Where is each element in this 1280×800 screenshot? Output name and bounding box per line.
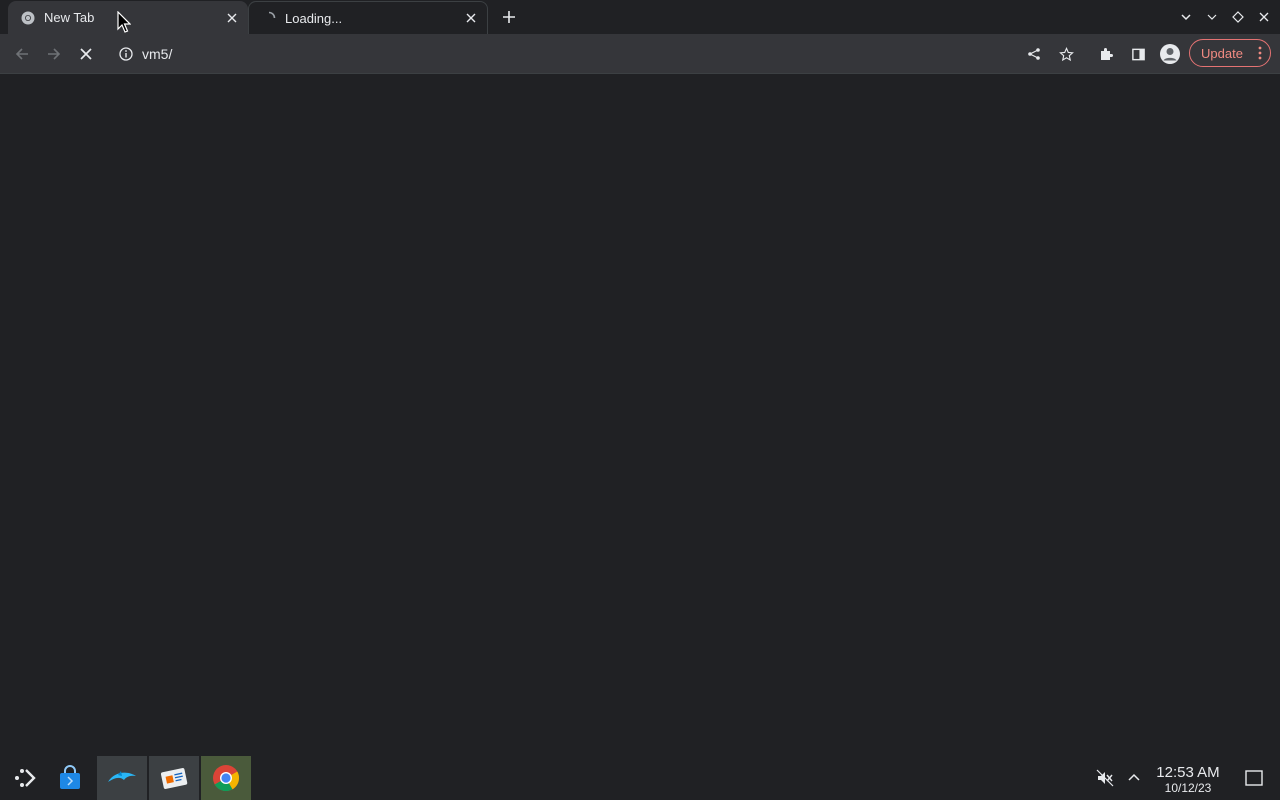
back-button[interactable] bbox=[9, 41, 35, 67]
app-launcher-icon bbox=[15, 769, 36, 787]
new-tab-button[interactable] bbox=[498, 6, 520, 28]
close-tab-icon[interactable] bbox=[224, 10, 240, 26]
store-icon bbox=[60, 765, 80, 789]
tab-loading[interactable]: Loading... bbox=[248, 1, 488, 34]
app-launcher-button[interactable] bbox=[0, 756, 50, 800]
minimize-icon bbox=[1207, 14, 1217, 20]
stop-loading-button[interactable] bbox=[73, 41, 99, 67]
side-panel-button[interactable] bbox=[1125, 41, 1151, 67]
contacts-icon bbox=[160, 768, 188, 789]
clock-date: 10/12/23 bbox=[1164, 781, 1212, 795]
update-label: Update bbox=[1201, 45, 1243, 61]
url-text[interactable]: vm5/ bbox=[142, 46, 172, 62]
taskbar: 12:53 AM 10/12/23 bbox=[0, 756, 1280, 800]
bookmark-button[interactable] bbox=[1053, 41, 1079, 67]
chrome-icon bbox=[213, 765, 240, 792]
close-window-button[interactable] bbox=[1254, 7, 1274, 27]
contacts-app-button[interactable] bbox=[149, 756, 199, 800]
clock[interactable]: 12:53 AM 10/12/23 bbox=[1150, 764, 1226, 795]
close-icon bbox=[1259, 12, 1269, 22]
tab-title: New Tab bbox=[44, 10, 95, 25]
side-panel-icon bbox=[1131, 48, 1145, 60]
maximize-button[interactable] bbox=[1228, 7, 1248, 27]
browser-toolbar: vm5/ Update bbox=[0, 34, 1280, 74]
speaker-muted-icon bbox=[1096, 769, 1114, 787]
maximize-icon bbox=[1232, 11, 1244, 23]
more-vertical-icon[interactable] bbox=[1258, 46, 1262, 60]
chrome-app-button[interactable] bbox=[201, 756, 251, 800]
close-tab-icon[interactable] bbox=[463, 10, 479, 26]
tab-search-button[interactable] bbox=[1176, 7, 1196, 27]
puzzle-icon bbox=[1101, 48, 1113, 60]
share-icon bbox=[1028, 48, 1040, 60]
system-tray-expand-button[interactable] bbox=[1124, 768, 1144, 788]
star-icon bbox=[1058, 46, 1074, 61]
chevron-down-icon bbox=[1181, 14, 1191, 21]
show-desktop-button[interactable] bbox=[1244, 768, 1264, 788]
extensions-button[interactable] bbox=[1093, 41, 1119, 67]
desktop-icon bbox=[1245, 770, 1263, 786]
profile-button[interactable] bbox=[1157, 41, 1183, 67]
loading-spinner-icon bbox=[261, 10, 277, 26]
address-bar[interactable]: vm5/ bbox=[108, 39, 1008, 69]
tab-title: Loading... bbox=[285, 10, 343, 26]
arrow-left-icon bbox=[15, 48, 28, 60]
update-button[interactable]: Update bbox=[1189, 39, 1271, 67]
clock-time: 12:53 AM bbox=[1156, 764, 1220, 781]
forward-button[interactable] bbox=[41, 41, 67, 67]
window-controls bbox=[1176, 7, 1274, 27]
info-icon[interactable] bbox=[118, 46, 134, 62]
share-button[interactable] bbox=[1021, 41, 1047, 67]
chevron-up-icon bbox=[1128, 773, 1140, 781]
dolphin-file-manager-icon bbox=[108, 771, 136, 782]
mouse-cursor-icon bbox=[117, 11, 131, 33]
arrow-right-icon bbox=[48, 48, 61, 60]
plus-icon bbox=[503, 11, 515, 23]
chrome-icon bbox=[20, 10, 36, 26]
page-content bbox=[0, 74, 1280, 756]
avatar-icon bbox=[1160, 44, 1180, 64]
store-button[interactable] bbox=[45, 756, 95, 800]
dolphin-app-button[interactable] bbox=[97, 756, 147, 800]
tab-strip: New Tab Loading... bbox=[0, 0, 1280, 34]
minimize-button[interactable] bbox=[1202, 7, 1222, 27]
volume-muted-button[interactable] bbox=[1095, 768, 1115, 788]
close-icon bbox=[80, 48, 92, 60]
